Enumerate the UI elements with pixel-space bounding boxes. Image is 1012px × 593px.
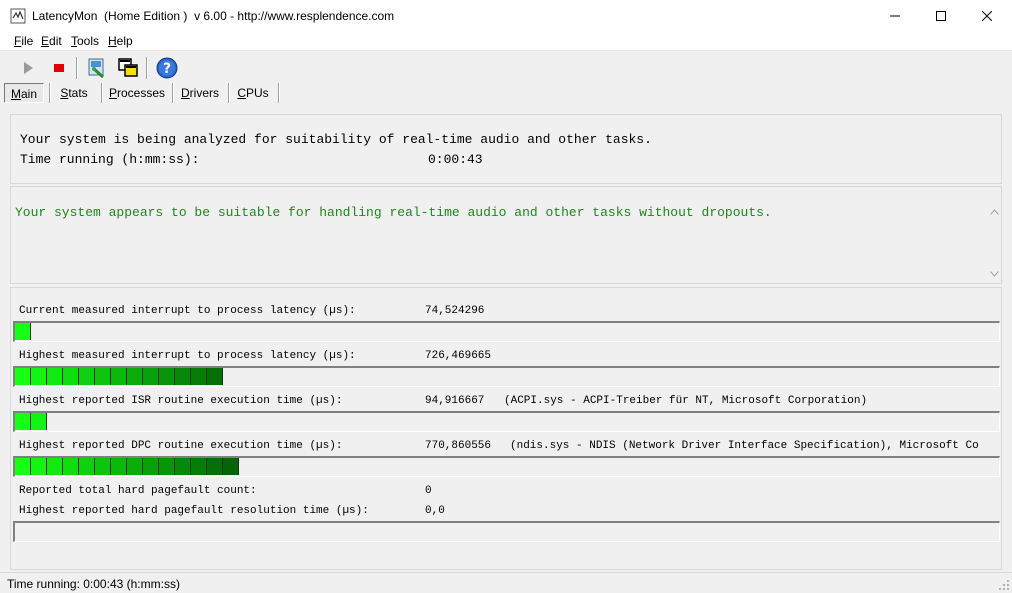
maximize-button[interactable] <box>918 0 964 31</box>
bar-segment <box>159 368 175 385</box>
report-icon[interactable] <box>84 55 110 81</box>
status-bar-text: Time running: 0:00:43 (h:mm:ss) <box>7 577 180 591</box>
bar-segment <box>191 368 207 385</box>
bar-segment <box>15 323 31 340</box>
bar-segment <box>191 458 207 475</box>
latency-bar <box>13 366 1000 387</box>
dpc-bar <box>13 456 1000 477</box>
metric-label: Current measured interrupt to process la… <box>19 305 356 317</box>
bar-segment <box>79 458 95 475</box>
tab-separator <box>228 83 230 103</box>
bar-segment <box>47 368 63 385</box>
menu-bar: File Edit Tools Help <box>0 31 1012 51</box>
bar-segment <box>31 458 47 475</box>
bar-segment <box>207 458 223 475</box>
bar-segment <box>207 368 223 385</box>
bar-segment <box>127 458 143 475</box>
tab-cpus[interactable]: CPUs <box>232 83 274 103</box>
app-icon <box>10 8 26 24</box>
time-running-label: Time running (h:mm:ss): <box>20 152 200 167</box>
close-button[interactable] <box>964 0 1010 31</box>
bar-segment <box>31 413 47 430</box>
bar-segment <box>223 458 239 475</box>
tab-separator <box>172 83 174 103</box>
tab-separator <box>101 83 103 103</box>
metric-label: Highest reported hard pagefault resoluti… <box>19 505 369 517</box>
analysis-status-text: Your system is being analyzed for suitab… <box>20 132 652 147</box>
bar-segment <box>63 458 79 475</box>
bar-segment <box>143 368 159 385</box>
bar-segment <box>111 458 127 475</box>
windows-icon[interactable] <box>115 55 141 81</box>
analysis-status-panel: Your system is being analyzed for suitab… <box>10 114 1002 184</box>
metric-value: 94,916667 <box>425 395 485 407</box>
metric-value: 0,0 <box>425 505 445 517</box>
metric-value: 0 <box>425 485 432 497</box>
play-icon[interactable] <box>15 55 41 81</box>
menu-help[interactable]: Help <box>108 34 133 48</box>
svg-text:?: ? <box>163 61 171 77</box>
toolbar-separator <box>146 57 148 79</box>
bar-segment <box>95 458 111 475</box>
bar-segment <box>15 458 31 475</box>
tab-drivers[interactable]: Drivers <box>176 83 224 103</box>
tab-separator <box>278 83 280 103</box>
minimize-button[interactable] <box>872 0 918 31</box>
menu-edit[interactable]: Edit <box>41 34 62 48</box>
tab-separator <box>49 83 51 103</box>
metric-label: Highest reported DPC routine execution t… <box>19 440 343 452</box>
bar-segment <box>159 458 175 475</box>
title-bar: LatencyMon (Home Edition ) v 6.00 - http… <box>0 0 1012 31</box>
bar-segment <box>111 368 127 385</box>
menu-tools[interactable]: Tools <box>71 34 99 48</box>
metric-value: 770,860556 <box>425 440 492 452</box>
help-icon[interactable]: ? <box>154 55 180 81</box>
metrics-panel: Current measured interrupt to process la… <box>10 287 1002 570</box>
stop-icon[interactable] <box>46 55 72 81</box>
bar-segment <box>175 368 191 385</box>
metric-value: 726,469665 <box>425 350 492 362</box>
pagefault-bar <box>13 521 1000 542</box>
status-bar: Time running: 0:00:43 (h:mm:ss) <box>0 572 1012 593</box>
metric-label: Reported total hard pagefault count: <box>19 485 257 497</box>
bar-segment <box>31 368 47 385</box>
bar-segment <box>127 368 143 385</box>
bar-segment <box>79 368 95 385</box>
metric-label: Highest measured interrupt to process la… <box>19 350 356 362</box>
scroll-up-icon[interactable] <box>988 207 1000 217</box>
result-message: Your system appears to be suitable for h… <box>15 205 772 220</box>
latency-bar <box>13 321 1000 342</box>
tab-bar: Main Stats Processes Drivers CPUs <box>0 82 1012 104</box>
bar-segment <box>47 458 63 475</box>
toolbar: ? <box>0 52 1012 82</box>
bar-segment <box>143 458 159 475</box>
isr-bar <box>13 411 1000 432</box>
resize-grip-icon[interactable] <box>998 579 1010 591</box>
metric-value: 74,524296 <box>425 305 485 317</box>
bar-segment <box>63 368 79 385</box>
metric-driver-desc: (ndis.sys - NDIS (Network Driver Interfa… <box>510 440 979 452</box>
metric-driver-desc: (ACPI.sys - ACPI-Treiber für NT, Microso… <box>504 395 868 407</box>
window-title: LatencyMon (Home Edition ) v 6.00 - http… <box>32 9 395 23</box>
tab-processes[interactable]: Processes <box>106 83 168 103</box>
metric-label: Highest reported ISR routine execution t… <box>19 395 343 407</box>
result-panel: Your system appears to be suitable for h… <box>10 186 1002 284</box>
scroll-down-icon[interactable] <box>988 269 1000 279</box>
bar-segment <box>175 458 191 475</box>
tab-main[interactable]: Main <box>4 83 44 103</box>
toolbar-separator <box>76 57 78 79</box>
bar-segment <box>15 368 31 385</box>
menu-file[interactable]: File <box>14 34 33 48</box>
bar-segment <box>95 368 111 385</box>
bar-segment <box>15 413 31 430</box>
time-running-value: 0:00:43 <box>428 152 483 167</box>
tab-stats[interactable]: Stats <box>53 83 95 103</box>
